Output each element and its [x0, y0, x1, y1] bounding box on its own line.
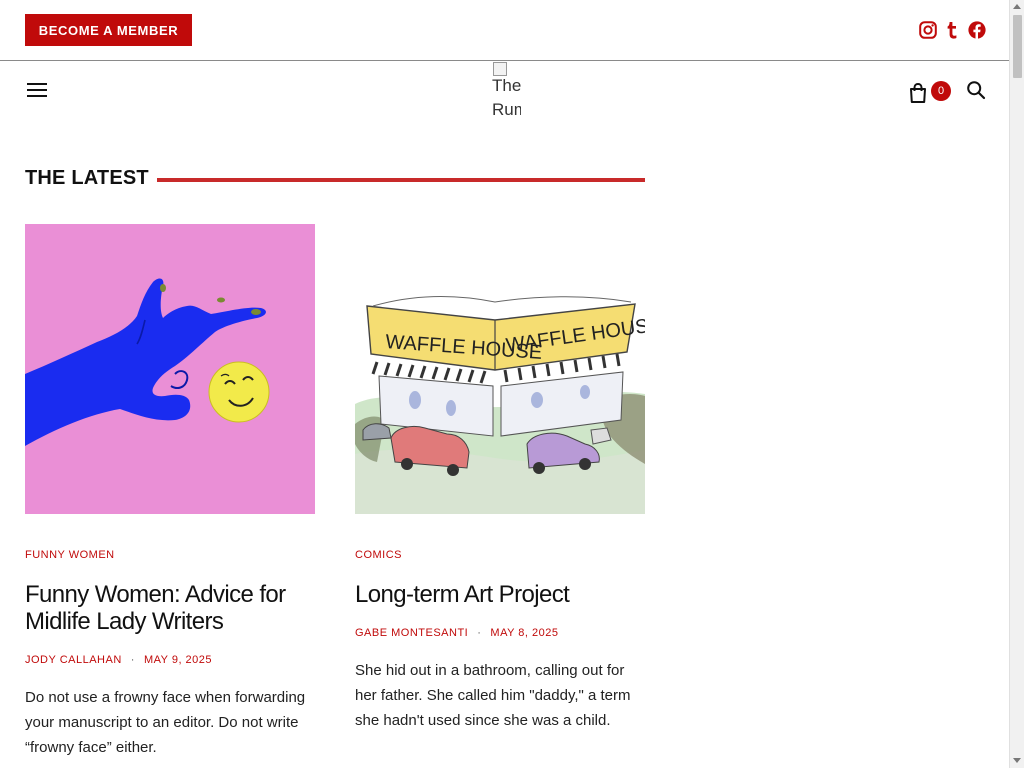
shopping-bag-icon [910, 82, 926, 103]
article-author[interactable]: JODY CALLAHAN [25, 654, 122, 666]
meta-separator: · [477, 627, 482, 639]
become-member-button[interactable]: BECOME A MEMBER [25, 14, 192, 46]
page: BECOME A MEMBER The Rumpus [0, 0, 1009, 768]
article-category[interactable]: FUNNY WOMEN [25, 549, 115, 561]
top-bar: BECOME A MEMBER [0, 0, 1009, 61]
menu-icon[interactable] [27, 82, 47, 98]
article-date: MAY 8, 2025 [490, 627, 559, 639]
cart-count-badge: 0 [931, 81, 951, 101]
article-image-hand-flicking-smiley[interactable] [25, 224, 315, 514]
article-meta: JODY CALLAHAN · MAY 9, 2025 [25, 654, 212, 666]
tumblr-icon[interactable] [945, 19, 959, 41]
vertical-scrollbar[interactable] [1009, 0, 1024, 768]
article-meta: GABE MONTESANTI · MAY 8, 2025 [355, 627, 559, 639]
scrollbar-thumb[interactable] [1013, 15, 1022, 78]
scroll-up-arrow-icon[interactable] [1013, 4, 1021, 9]
article-image-waffle-house[interactable]: WAFFLE HOUSE WAFFLE HOUSE [355, 224, 645, 514]
article-title[interactable]: Long-term Art Project [355, 581, 650, 608]
article-excerpt: She hid out in a bathroom, calling out f… [355, 662, 631, 729]
section-title: THE LATEST [25, 167, 149, 189]
facebook-icon[interactable] [967, 19, 987, 41]
scroll-down-arrow-icon[interactable] [1013, 758, 1021, 763]
search-icon[interactable] [966, 80, 986, 100]
meta-separator: · [130, 654, 135, 666]
instagram-icon[interactable] [918, 19, 938, 41]
article-category[interactable]: COMICS [355, 549, 402, 561]
article-excerpt: Do not use a frowny face when forwarding… [25, 689, 306, 756]
article-date: MAY 9, 2025 [143, 654, 213, 666]
site-logo[interactable]: The Rumpus [491, 59, 521, 121]
article-title[interactable]: Funny Women: Advice for Midlife Lady Wri… [25, 581, 320, 635]
section-divider [157, 178, 645, 182]
logo-alt-text: The Rumpus [492, 76, 521, 119]
article-author[interactable]: GABE MONTESANTI [355, 627, 468, 639]
